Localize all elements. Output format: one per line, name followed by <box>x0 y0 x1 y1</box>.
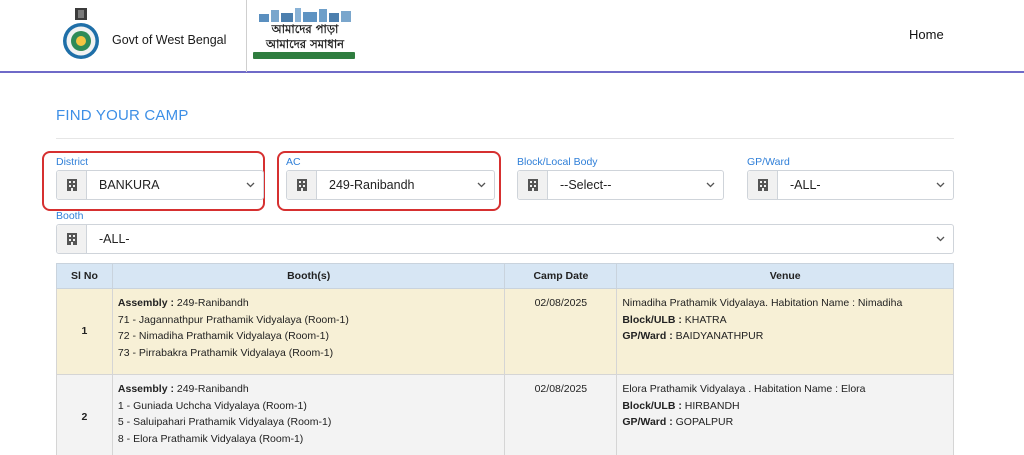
block-select[interactable]: --Select-- <box>517 170 724 200</box>
header-venue: Venue <box>616 263 954 289</box>
booth-value: -ALL- <box>99 232 130 246</box>
row-sl-no: 2 <box>56 374 113 455</box>
table-header-row: Sl No Booth(s) Camp Date Venue <box>56 263 954 289</box>
building-icon <box>528 179 538 191</box>
gp-ward-label: GP/Ward : <box>622 416 673 428</box>
row-venue-cell: Elora Prathamik Vidyalaya . Habitation N… <box>616 374 954 455</box>
assembly-line: Assembly : 249-Ranibandh <box>118 381 500 398</box>
gp-addon <box>748 171 778 199</box>
title-divider <box>56 138 954 139</box>
block-ulb-value: HIRBANDH <box>684 399 740 412</box>
row-booths-cell: Assembly : 249-Ranibandh 1 - Guniada Uch… <box>111 374 506 455</box>
row-sl-no: 1 <box>56 288 113 375</box>
chevron-down-icon <box>936 236 945 242</box>
ac-select[interactable]: 249-Ranibandh <box>286 170 495 200</box>
block-addon <box>518 171 548 199</box>
logo-strip <box>253 52 355 59</box>
chevron-down-icon <box>477 182 486 188</box>
booth-addon <box>57 225 87 253</box>
row-camp-date: 02/08/2025 <box>504 288 618 375</box>
assembly-label: Assembly : <box>117 383 174 395</box>
amader-para-logo: আমাদের পাড়া আমাদের সমাধান <box>253 8 357 62</box>
assembly-value: 249-Ranibandh <box>176 297 249 309</box>
gp-line: GP/Ward : GOPALPUR <box>622 414 948 431</box>
block-ulb-label: Block/ULB : <box>622 399 682 412</box>
assembly-line: Assembly : 249-Ranibandh <box>118 295 500 312</box>
building-icon <box>67 233 77 245</box>
header-booths: Booth(s) <box>111 263 506 289</box>
gp-select[interactable]: -ALL- <box>747 170 954 200</box>
building-icon <box>758 179 768 191</box>
assembly-value: 249-Ranibandh <box>176 383 249 395</box>
govt-name: Govt of West Bengal <box>112 33 227 47</box>
district-addon <box>57 171 87 199</box>
header-sl-no: Sl No <box>56 263 113 289</box>
ac-value: 249-Ranibandh <box>329 178 415 192</box>
gp-ward-value: BAIDYANATHPUR <box>675 330 764 342</box>
booth-select[interactable]: -ALL- <box>56 224 954 254</box>
building-icon <box>297 179 307 191</box>
booth-item: 1 - Guniada Uchcha Vidyalaya (Room-1) <box>117 399 307 412</box>
gp-value: -ALL- <box>790 178 821 192</box>
site-header: Govt of West Bengal আমাদের পাড়া আমাদের … <box>0 0 1024 73</box>
row-camp-date: 02/08/2025 <box>504 374 618 455</box>
booth-label: Booth <box>56 210 84 222</box>
gp-ward-label: GP/Ward : <box>622 330 673 342</box>
chevron-down-icon <box>706 182 715 188</box>
district-select[interactable]: BANKURA <box>56 170 264 200</box>
booth-item: 5 - Saluipahari Prathamik Vidyalaya (Roo… <box>117 416 332 428</box>
header-divider <box>246 0 247 72</box>
table-row: 1 Assembly : 249-Ranibandh 71 - Jagannat… <box>56 288 954 375</box>
skyline-graphic <box>259 8 351 22</box>
block-label: Block/Local Body <box>517 156 598 168</box>
row-booths-cell: Assembly : 249-Ranibandh 71 - Jagannathp… <box>111 288 506 375</box>
booth-item: 71 - Jagannathpur Prathamik Vidyalaya (R… <box>117 313 349 326</box>
nav-home-link[interactable]: Home <box>909 27 944 42</box>
venue-name: Elora Prathamik Vidyalaya . Habitation N… <box>622 383 866 395</box>
district-value: BANKURA <box>99 178 160 192</box>
assembly-label: Assembly : <box>117 297 174 309</box>
page-title: FIND YOUR CAMP <box>56 107 189 124</box>
booth-item: 73 - Pirrabakra Prathamik Vidyalaya (Roo… <box>117 346 334 359</box>
gp-line: GP/Ward : BAIDYANATHPUR <box>622 328 948 345</box>
gp-label: GP/Ward <box>747 156 790 168</box>
block-line: Block/ULB : HIRBANDH <box>622 398 948 415</box>
row-venue-cell: Nimadiha Prathamik Vidyalaya. Habitation… <box>616 288 954 375</box>
venue-name: Nimadiha Prathamik Vidyalaya. Habitation… <box>622 297 903 309</box>
block-line: Block/ULB : KHATRA <box>622 312 948 329</box>
ac-label: AC <box>286 156 301 168</box>
booth-item: 8 - Elora Prathamik Vidyalaya (Room-1) <box>117 432 304 445</box>
block-ulb-value: KHATRA <box>684 313 727 326</box>
chevron-down-icon <box>936 182 945 188</box>
gp-ward-value: GOPALPUR <box>675 416 734 428</box>
camp-table: Sl No Booth(s) Camp Date Venue 1 Assembl… <box>56 263 954 455</box>
chevron-down-icon <box>246 182 255 188</box>
building-icon <box>67 179 77 191</box>
ac-addon <box>287 171 317 199</box>
district-label: District <box>56 156 89 168</box>
header-camp-date: Camp Date <box>504 263 618 289</box>
table-row: 2 Assembly : 249-Ranibandh 1 - Guniada U… <box>56 374 954 455</box>
block-ulb-label: Block/ULB : <box>622 313 682 326</box>
booth-item: 72 - Nimadiha Prathamik Vidyalaya (Room-… <box>117 330 329 342</box>
west-bengal-emblem-icon <box>63 8 99 59</box>
block-value: --Select-- <box>560 178 612 192</box>
